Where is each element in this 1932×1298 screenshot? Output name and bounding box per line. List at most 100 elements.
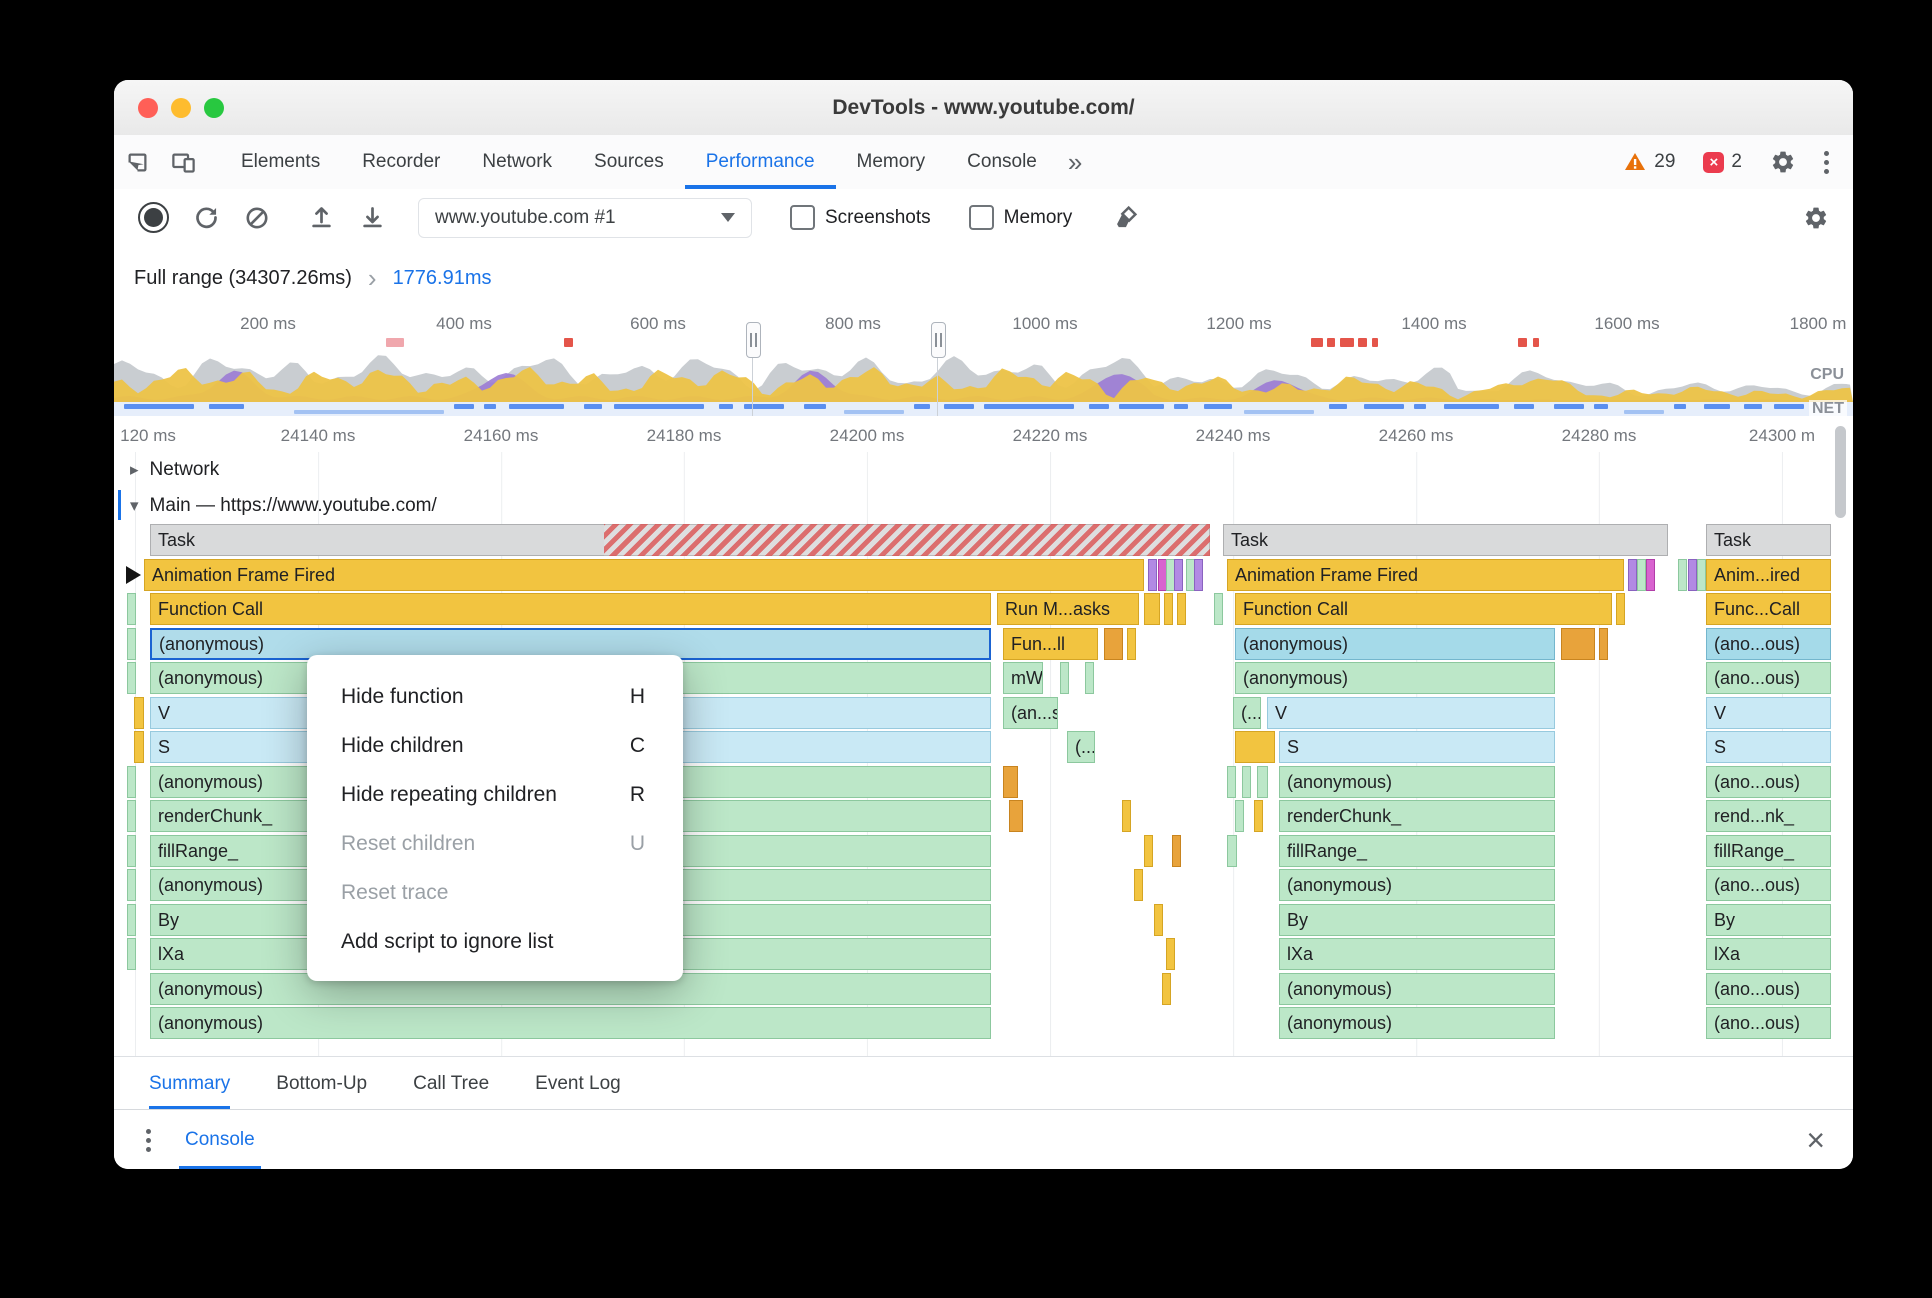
flame-bar[interactable]: (...	[1067, 731, 1095, 763]
clear-button[interactable]	[244, 205, 270, 231]
flame-sliver[interactable]	[1599, 627, 1608, 660]
tab-elements[interactable]: Elements	[220, 135, 341, 189]
flame-bar[interactable]: (ano...ous)	[1706, 972, 1831, 1005]
flame-sliver[interactable]	[1257, 765, 1268, 798]
device-toolbar-icon[interactable]	[160, 135, 206, 189]
range-handle-left[interactable]	[746, 322, 761, 358]
flame-bar[interactable]: (anonymous)	[1279, 869, 1555, 901]
flame-sliver[interactable]	[1154, 903, 1163, 936]
errors-badge[interactable]: × 2	[1703, 151, 1742, 173]
capture-settings-gear-icon[interactable]	[1803, 205, 1829, 231]
flame-bar[interactable]: Fun...ll	[1003, 627, 1098, 660]
flame-bar[interactable]: lXa	[1279, 938, 1555, 970]
flame-sliver[interactable]	[1144, 834, 1153, 867]
tab-network[interactable]: Network	[461, 135, 573, 189]
flame-sliver[interactable]	[1227, 834, 1237, 867]
flame-sliver[interactable]	[1144, 593, 1160, 625]
tab-drawer-console[interactable]: Console	[179, 1110, 261, 1169]
flame-sliver[interactable]	[1060, 662, 1069, 694]
flame-sliver[interactable]	[1177, 593, 1186, 625]
tab-console[interactable]: Console	[946, 135, 1058, 189]
flame-bar[interactable]: (ano...ous)	[1706, 1007, 1831, 1039]
memory-checkbox[interactable]: Memory	[968, 205, 1072, 230]
settings-gear-icon[interactable]	[1770, 149, 1796, 175]
flame-bar[interactable]: mWa	[1003, 662, 1043, 694]
flame-bar[interactable]: (anonymous)	[150, 1007, 991, 1039]
flame-bar[interactable]: S	[1706, 731, 1831, 763]
checkbox-box[interactable]	[790, 205, 815, 230]
tab-event-log[interactable]: Event Log	[535, 1057, 621, 1110]
flame-bar[interactable]: (anonymous)	[1235, 662, 1555, 694]
flame-bar[interactable]: V	[1267, 696, 1555, 729]
flame-sliver[interactable]	[127, 593, 136, 625]
flame-sliver[interactable]	[1688, 558, 1697, 591]
flame-bar[interactable]: lXa	[1706, 938, 1831, 970]
flame-bar[interactable]: rend...nk_	[1706, 800, 1831, 832]
checkbox-box[interactable]	[968, 205, 994, 230]
context-menu-item[interactable]: Hide repeating children R	[307, 770, 683, 819]
full-range-crumb[interactable]: Full range (34307.26ms)	[134, 267, 352, 290]
selected-range-crumb[interactable]: 1776.91ms	[393, 267, 492, 290]
flame-bar[interactable]: (ano...ous)	[1706, 869, 1831, 901]
tab-bottom-up[interactable]: Bottom-Up	[276, 1057, 367, 1110]
flame-bar[interactable]: Run M...asks	[997, 593, 1139, 625]
flame-bar[interactable]: By	[1706, 903, 1831, 936]
close-window-button[interactable]	[138, 98, 158, 118]
network-track-toggle[interactable]: ▸ Network	[114, 452, 219, 488]
flame-bar[interactable]: Animation Frame Fired	[1227, 558, 1624, 591]
flame-bar[interactable]: S	[1279, 731, 1555, 763]
flame-bar[interactable]: (anonymous)	[1235, 627, 1555, 660]
flame-sliver[interactable]	[1227, 765, 1236, 798]
flame-bar[interactable]: (anonymous)	[1279, 972, 1555, 1005]
flame-bar[interactable]: (ano...ous)	[1706, 765, 1831, 798]
more-tabs-button[interactable]: »	[1068, 135, 1082, 189]
flame-sliver[interactable]	[1148, 558, 1157, 591]
reload-and-record-button[interactable]	[193, 204, 220, 231]
flame-sliver[interactable]	[1166, 938, 1175, 970]
context-menu-item[interactable]: Hide function H	[307, 672, 683, 721]
flame-sliver[interactable]	[1235, 800, 1244, 832]
flame-sliver[interactable]	[1678, 558, 1687, 591]
timeline-overview[interactable]: 200 ms 400 ms 600 ms 800 ms 1000 ms 1200 ms 14…	[114, 310, 1853, 417]
flame-sliver[interactable]	[1235, 731, 1275, 763]
save-profile-icon[interactable]	[359, 204, 386, 231]
flame-sliver[interactable]	[127, 800, 136, 832]
flame-sliver[interactable]	[1127, 627, 1136, 660]
flame-bar[interactable]: Func...Call	[1706, 593, 1831, 625]
flame-bar[interactable]: Task	[1706, 524, 1831, 556]
context-menu-item[interactable]: Hide children C	[307, 721, 683, 770]
flame-sliver[interactable]	[1628, 558, 1637, 591]
flame-sliver[interactable]	[1646, 558, 1655, 591]
flame-sliver[interactable]	[1172, 834, 1181, 867]
load-profile-icon[interactable]	[308, 204, 335, 231]
overflow-menu-icon[interactable]	[1824, 147, 1829, 178]
flame-bar[interactable]: (ano...ous)	[1706, 627, 1831, 660]
tab-recorder[interactable]: Recorder	[341, 135, 461, 189]
tab-sources[interactable]: Sources	[573, 135, 685, 189]
flame-sliver[interactable]	[127, 662, 136, 694]
flame-bar[interactable]: (ano...ous)	[1706, 662, 1831, 694]
flame-bar[interactable]: Function Call	[1235, 593, 1612, 625]
flame-bar[interactable]: V	[1706, 696, 1831, 729]
flame-sliver[interactable]	[1174, 558, 1183, 591]
flame-sliver[interactable]	[127, 627, 136, 660]
history-dropdown[interactable]: www.youtube.com #1	[418, 197, 752, 238]
flame-sliver[interactable]	[1561, 627, 1595, 660]
flame-sliver[interactable]	[134, 731, 144, 763]
flame-bar[interactable]: fillRange_	[1706, 834, 1831, 867]
tab-call-tree[interactable]: Call Tree	[413, 1057, 489, 1110]
flame-bar[interactable]: Task	[150, 524, 1210, 556]
flame-sliver[interactable]	[1009, 800, 1023, 832]
tab-summary[interactable]: Summary	[149, 1057, 230, 1110]
flame-bar[interactable]: Task	[1223, 524, 1668, 556]
flame-bar[interactable]: Anim...ired	[1706, 558, 1831, 591]
flame-bar[interactable]: (anonymous)	[1279, 765, 1555, 798]
flame-sliver[interactable]	[134, 696, 144, 729]
minimize-window-button[interactable]	[171, 98, 191, 118]
flame-bar[interactable]: fillRange_	[1279, 834, 1555, 867]
titlebar[interactable]: DevTools - www.youtube.com/	[114, 80, 1853, 136]
flame-sliver[interactable]	[1616, 593, 1625, 625]
flame-sliver[interactable]	[1254, 800, 1263, 832]
flame-bar[interactable]: (...	[1233, 696, 1261, 729]
warnings-badge[interactable]: 29	[1623, 150, 1675, 174]
